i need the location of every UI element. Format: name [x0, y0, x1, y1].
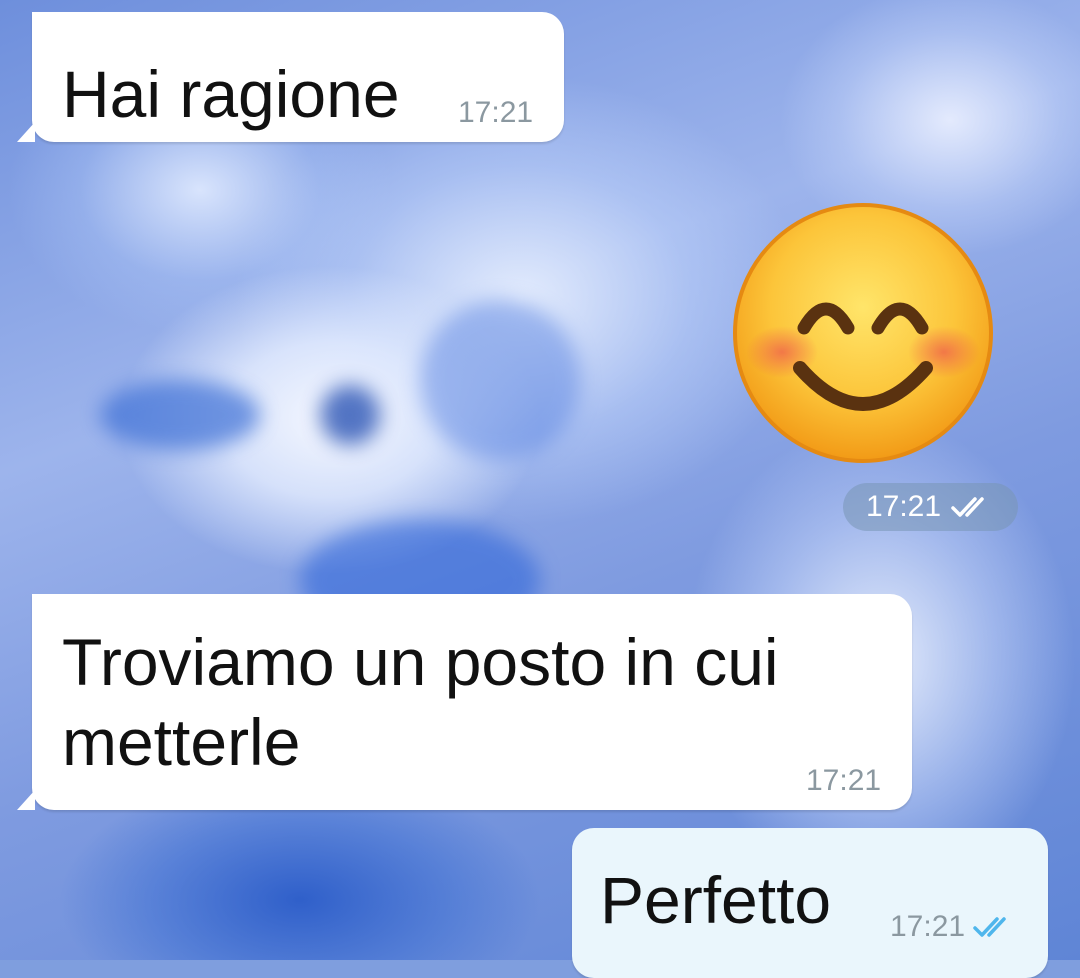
- chat-wallpaper: [0, 0, 1080, 960]
- message-bubble-incoming[interactable]: Hai ragione 17:21: [17, 12, 564, 142]
- message-timestamp: 17:21: [458, 96, 533, 130]
- message-text: Hai ragione: [62, 57, 400, 131]
- message-time: 17:21: [458, 96, 534, 129]
- message-timestamp: 17:21: [890, 910, 1017, 944]
- message-text: Perfetto: [600, 863, 832, 937]
- message-time: 17:21: [806, 764, 882, 797]
- wallpaper-petal-shadow: [420, 300, 580, 460]
- message-bubble-incoming[interactable]: Troviamo un posto in cui metterle 17:21: [17, 594, 912, 810]
- double-check-icon: [951, 497, 984, 517]
- wallpaper-flower-center: [320, 385, 380, 445]
- smiling-face-with-smiling-eyes-icon[interactable]: [730, 200, 996, 466]
- message-bubble-outgoing[interactable]: Perfetto 17:21: [572, 828, 1048, 978]
- double-check-read-icon: [973, 917, 1006, 937]
- emoji-timestamp-pill: 17:21: [843, 483, 1018, 531]
- message-timestamp: 17:21: [806, 764, 881, 798]
- message-text: Troviamo un posto in cui metterle: [62, 625, 779, 779]
- wallpaper-petal-shadow: [100, 380, 260, 450]
- message-time: 17:21: [890, 910, 966, 943]
- message-time: 17:21: [865, 490, 942, 523]
